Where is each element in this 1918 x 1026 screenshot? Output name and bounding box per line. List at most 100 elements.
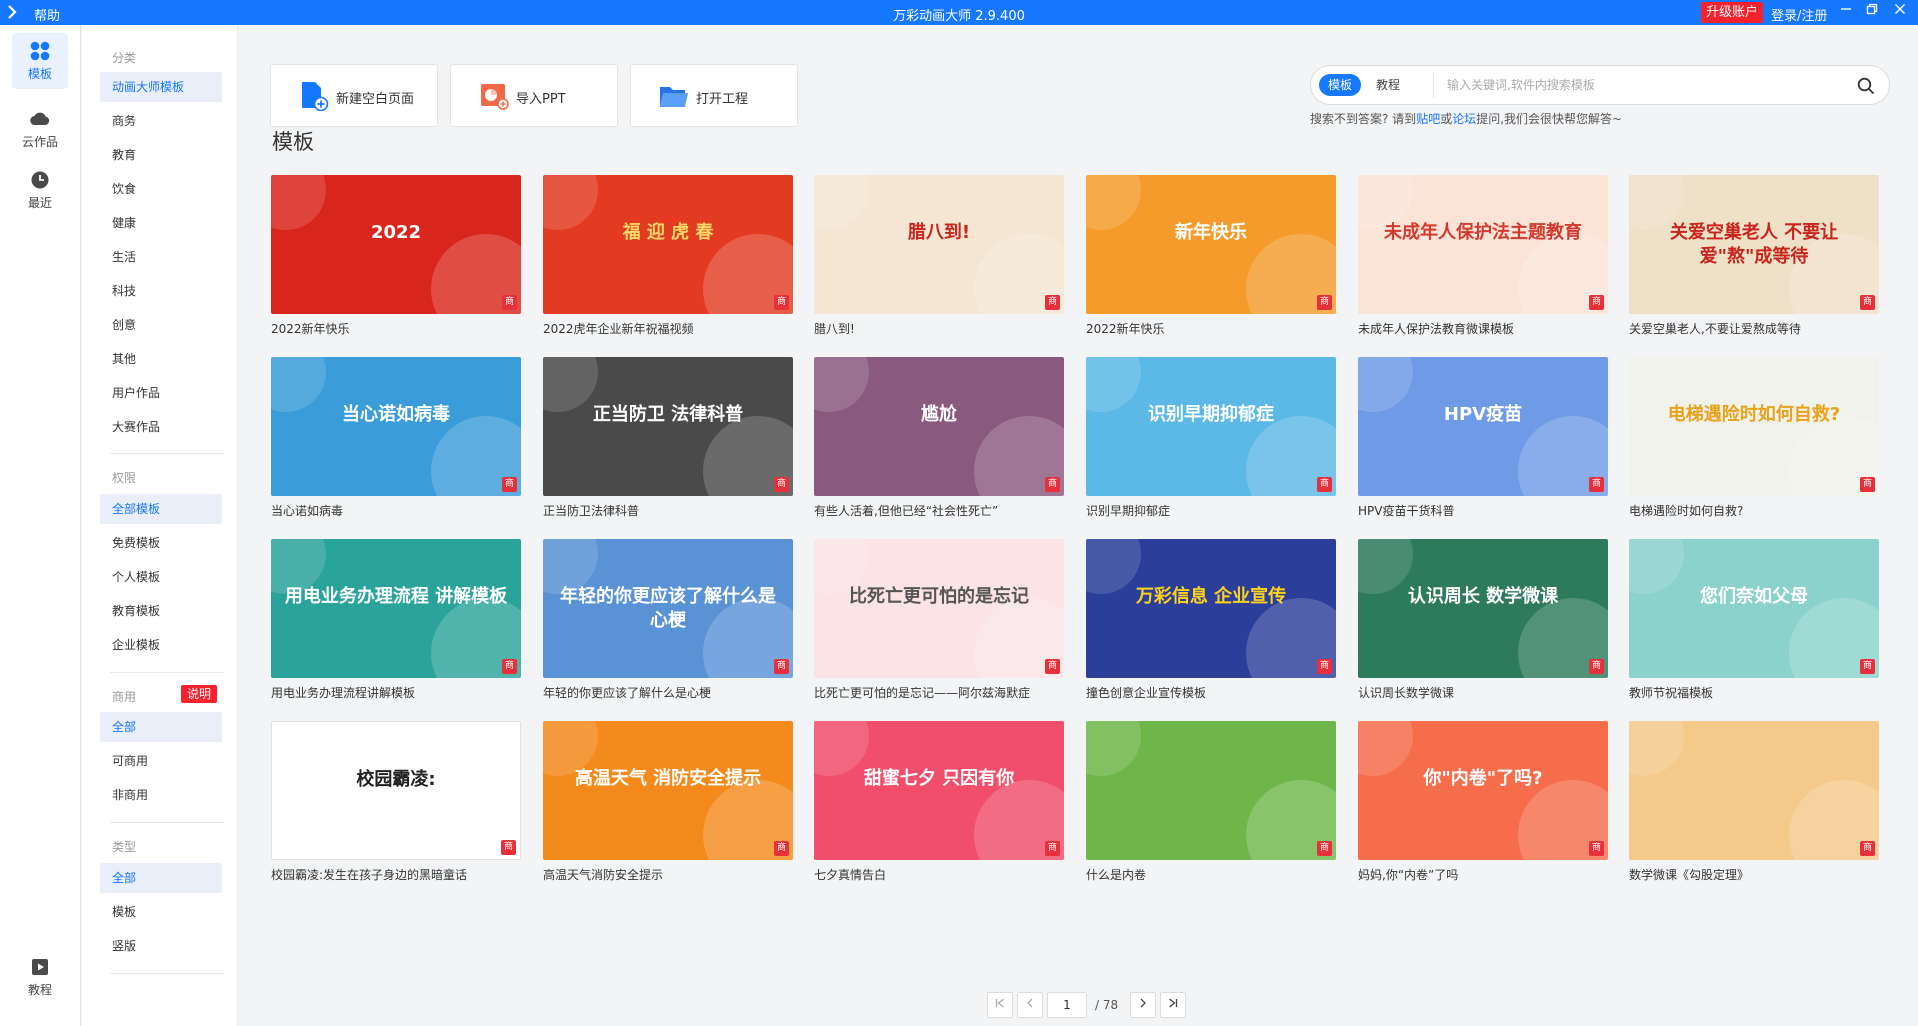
rail-item-cloud-works[interactable]: 云作品	[12, 101, 68, 157]
page-number-input[interactable]	[1047, 992, 1087, 1018]
restore-icon[interactable]	[1862, 3, 1882, 21]
template-card[interactable]: 2022 商 2022新年快乐	[271, 175, 521, 336]
template-card[interactable]: 商什么是内卷	[1086, 721, 1336, 882]
rail-item-tutorials[interactable]: 教程	[12, 949, 68, 1005]
new-blank-page-button[interactable]: 新建空白页面	[270, 64, 438, 127]
template-thumbnail[interactable]: 年轻的你更应该了解什么是心梗商	[543, 539, 793, 678]
template-card[interactable]: 尴尬商有些人活着,但他已经“社会性死亡”	[814, 357, 1064, 518]
template-thumbnail[interactable]: 甜蜜七夕 只因有你商	[814, 721, 1064, 860]
cat-item-non-commercial[interactable]: 非商用	[100, 780, 222, 810]
cat-item-food[interactable]: 饮食	[100, 174, 222, 204]
open-project-button[interactable]: 打开工程	[630, 64, 798, 127]
tieba-link[interactable]: 贴吧	[1416, 112, 1440, 126]
cat-item-type-vertical[interactable]: 竖版	[100, 931, 222, 961]
template-title[interactable]: 教师节祝福模板	[1629, 684, 1889, 701]
template-thumbnail[interactable]: 尴尬商	[814, 357, 1064, 496]
template-thumbnail[interactable]: 您们奈如父母商	[1629, 539, 1879, 678]
cat-item-commercial-allowed[interactable]: 可商用	[100, 746, 222, 776]
template-card[interactable]: 正当防卫 法律科普商正当防卫法律科普	[543, 357, 793, 518]
template-thumbnail[interactable]: 比死亡更可怕的是忘记商	[814, 539, 1064, 678]
template-thumbnail[interactable]: 万彩信息 企业宣传商	[1086, 539, 1336, 678]
template-card[interactable]: 新年快乐商 2022新年快乐	[1086, 175, 1336, 336]
template-title[interactable]: 年轻的你更应该了解什么是心梗	[543, 684, 803, 701]
template-card[interactable]: 认识周长 数学微课商认识周长数学微课	[1358, 539, 1608, 700]
template-card[interactable]: 年轻的你更应该了解什么是心梗商年轻的你更应该了解什么是心梗	[543, 539, 793, 700]
cat-item-enterprise-templates[interactable]: 企业模板	[100, 630, 222, 660]
template-card[interactable]: 万彩信息 企业宣传商撞色创意企业宣传模板	[1086, 539, 1336, 700]
rail-item-templates[interactable]: 模板	[12, 33, 68, 89]
template-title[interactable]: 有些人活着,但他已经“社会性死亡”	[814, 502, 1074, 519]
template-title[interactable]: 电梯遇险时如何自救?	[1629, 502, 1889, 519]
cat-item-type-template[interactable]: 模板	[100, 897, 222, 927]
cat-item-business[interactable]: 商务	[100, 106, 222, 136]
template-card[interactable]: 校园霸凌: 商校园霸凌:发生在孩子身边的黑暗童话	[271, 721, 521, 882]
template-title[interactable]: 比死亡更可怕的是忘记——阿尔兹海默症	[814, 684, 1074, 701]
template-thumbnail[interactable]: 2022 商	[271, 175, 521, 314]
login-register-button[interactable]: 登录/注册	[1771, 5, 1827, 24]
template-card[interactable]: 当心诺如病毒商当心诺如病毒	[271, 357, 521, 518]
template-title[interactable]: 腊八到!	[814, 320, 1074, 337]
template-thumbnail[interactable]: 未成年人保护法主题教育商	[1358, 175, 1608, 314]
template-thumbnail[interactable]: 腊八到! 商	[814, 175, 1064, 314]
prev-page-icon[interactable]	[1017, 992, 1043, 1018]
template-thumbnail[interactable]: 电梯遇险时如何自救? 商	[1629, 357, 1879, 496]
template-card[interactable]: 关爱空巢老人 不要让爱"熬"成等待商关爱空巢老人,不要让爱熬成等待	[1629, 175, 1879, 336]
close-icon[interactable]	[1890, 3, 1910, 21]
template-title[interactable]: 高温天气消防安全提示	[543, 866, 803, 883]
cat-item-master-templates[interactable]: 动画大师模板	[100, 72, 222, 102]
cat-item-personal-templates[interactable]: 个人模板	[100, 562, 222, 592]
template-thumbnail[interactable]: 新年快乐商	[1086, 175, 1336, 314]
forum-link[interactable]: 论坛	[1452, 112, 1476, 126]
template-title[interactable]: 2022新年快乐	[1086, 320, 1346, 337]
template-card[interactable]: 您们奈如父母商教师节祝福模板	[1629, 539, 1879, 700]
cat-item-tech[interactable]: 科技	[100, 276, 222, 306]
next-page-icon[interactable]	[1130, 992, 1156, 1018]
cat-item-health[interactable]: 健康	[100, 208, 222, 238]
cat-item-free-templates[interactable]: 免费模板	[100, 528, 222, 558]
cat-item-user-works[interactable]: 用户作品	[100, 378, 222, 408]
template-title[interactable]: 2022新年快乐	[271, 320, 531, 337]
template-card[interactable]: 识别早期抑郁症商识别早期抑郁症	[1086, 357, 1336, 518]
template-thumbnail[interactable]: HPV疫苗商	[1358, 357, 1608, 496]
template-title[interactable]: 2022虎年企业新年祝福视频	[543, 320, 803, 337]
search-tab-tutorial[interactable]: 教程	[1367, 74, 1409, 96]
cat-item-commercial-all[interactable]: 全部	[100, 712, 222, 742]
template-thumbnail[interactable]: 高温天气 消防安全提示商	[543, 721, 793, 860]
template-card[interactable]: HPV疫苗商 HPV疫苗干货科普	[1358, 357, 1608, 518]
template-title[interactable]: 用电业务办理流程讲解模板	[271, 684, 531, 701]
first-page-icon[interactable]	[987, 992, 1013, 1018]
search-tab-template[interactable]: 模板	[1319, 74, 1362, 96]
template-card[interactable]: 比死亡更可怕的是忘记商比死亡更可怕的是忘记——阿尔兹海默症	[814, 539, 1064, 700]
menu-help[interactable]: 帮助	[34, 5, 60, 24]
upgrade-account-button[interactable]: 升级账户	[1701, 2, 1764, 23]
template-title[interactable]: 撞色创意企业宣传模板	[1086, 684, 1346, 701]
template-title[interactable]: 当心诺如病毒	[271, 502, 531, 519]
cat-item-all-templates[interactable]: 全部模板	[100, 494, 222, 524]
template-card[interactable]: 高温天气 消防安全提示商高温天气消防安全提示	[543, 721, 793, 882]
template-card[interactable]: 腊八到! 商腊八到!	[814, 175, 1064, 336]
template-title[interactable]: 关爱空巢老人,不要让爱熬成等待	[1629, 320, 1889, 337]
template-thumbnail[interactable]: 你"内卷"了吗? 商	[1358, 721, 1608, 860]
template-card[interactable]: 商数学微课《勾股定理》	[1629, 721, 1879, 882]
template-card[interactable]: 用电业务办理流程 讲解模板商用电业务办理流程讲解模板	[271, 539, 521, 700]
template-card[interactable]: 未成年人保护法主题教育商未成年人保护法教育微课模板	[1358, 175, 1608, 336]
minimize-icon[interactable]	[1836, 3, 1856, 21]
last-page-icon[interactable]	[1160, 992, 1186, 1018]
search-input[interactable]	[1447, 73, 1847, 97]
template-thumbnail[interactable]: 商	[1629, 721, 1879, 860]
template-title[interactable]: 数学微课《勾股定理》	[1629, 866, 1889, 883]
template-card[interactable]: 电梯遇险时如何自救? 商电梯遇险时如何自救?	[1629, 357, 1879, 518]
template-title[interactable]: 什么是内卷	[1086, 866, 1346, 883]
cat-item-creative[interactable]: 创意	[100, 310, 222, 340]
template-thumbnail[interactable]: 商	[1086, 721, 1336, 860]
cat-item-education[interactable]: 教育	[100, 140, 222, 170]
template-thumbnail[interactable]: 校园霸凌: 商	[271, 721, 521, 860]
cat-item-education-templates[interactable]: 教育模板	[100, 596, 222, 626]
template-title[interactable]: 识别早期抑郁症	[1086, 502, 1346, 519]
rail-item-recent[interactable]: 最近	[12, 162, 68, 218]
search-icon[interactable]	[1856, 76, 1876, 96]
template-card[interactable]: 福 迎 虎 春商 2022虎年企业新年祝福视频	[543, 175, 793, 336]
template-title[interactable]: 未成年人保护法教育微课模板	[1358, 320, 1618, 337]
template-card[interactable]: 你"内卷"了吗? 商妈妈,你“内卷”了吗	[1358, 721, 1608, 882]
commercial-info-badge[interactable]: 说明	[181, 685, 218, 703]
